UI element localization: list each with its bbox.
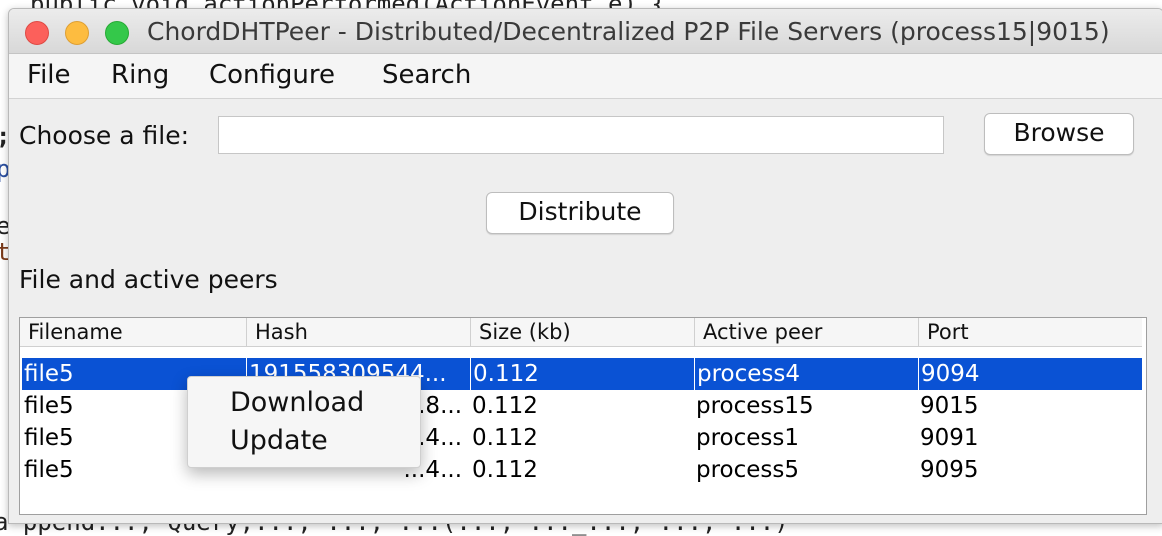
browse-button[interactable]: Browse [984, 113, 1134, 155]
menu-file[interactable]: File [27, 60, 71, 90]
menu-configure[interactable]: Configure [209, 60, 335, 90]
context-menu-update[interactable]: Update [230, 425, 328, 456]
window-title: ChordDHTPeer - Distributed/Decentralized… [147, 17, 1110, 46]
cell-size: 0.112 [472, 425, 538, 451]
choose-file-label: Choose a file: [19, 121, 190, 150]
cell-size: 0.112 [472, 457, 538, 483]
row-context-menu: Download Update [187, 376, 421, 468]
maximize-window-button[interactable] [105, 21, 129, 45]
menu-ring[interactable]: Ring [111, 60, 169, 90]
table-header: Filename Hash Size (kb) Active peer Port [20, 318, 1142, 347]
column-header-size[interactable]: Size (kb) [470, 318, 694, 346]
cell-active-peer: process15 [696, 393, 814, 419]
title-bar[interactable]: ChordDHTPeer - Distributed/Decentralized… [9, 9, 1162, 54]
app-window: ChordDHTPeer - Distributed/Decentralized… [8, 8, 1162, 524]
close-window-button[interactable] [25, 21, 49, 45]
minimize-window-button[interactable] [65, 21, 89, 45]
column-header-hash[interactable]: Hash [246, 318, 470, 346]
section-title: File and active peers [19, 265, 278, 294]
cell-active-peer: process5 [696, 457, 800, 483]
cell-port: 9094 [918, 358, 1142, 390]
column-header-active-peer[interactable]: Active peer [694, 318, 918, 346]
context-menu-download[interactable]: Download [230, 387, 364, 418]
cell-active-peer: process4 [694, 358, 918, 390]
cell-port: 9091 [920, 425, 979, 451]
cell-active-peer: process1 [696, 425, 800, 451]
distribute-button[interactable]: Distribute [486, 192, 674, 234]
menu-search[interactable]: Search [382, 60, 471, 90]
column-header-filename[interactable]: Filename [20, 318, 246, 346]
file-path-field[interactable] [218, 116, 944, 154]
cell-port: 9015 [920, 393, 979, 419]
cell-port: 9095 [920, 457, 979, 483]
cell-size: 0.112 [470, 358, 694, 390]
column-header-port[interactable]: Port [918, 318, 1142, 346]
menu-bar: File Ring Configure Search [9, 54, 1162, 99]
cell-size: 0.112 [472, 393, 538, 419]
